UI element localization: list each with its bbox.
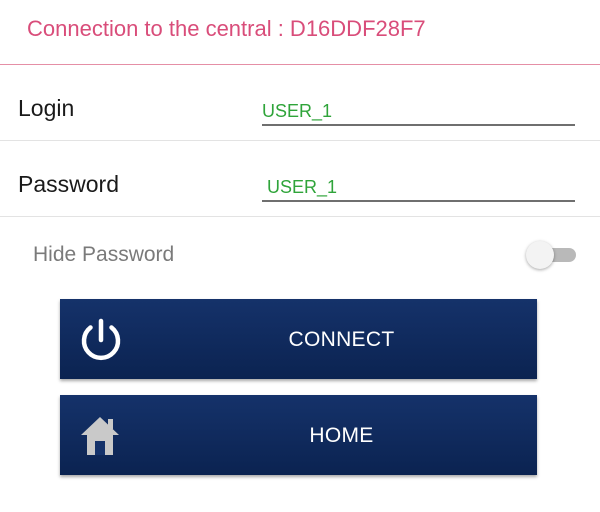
password-row: Password USER_1 [0,142,600,217]
toggle-thumb [526,241,554,269]
login-label: Login [18,95,75,121]
screen: Connection to the central : D16DDF28F7 L… [0,0,600,512]
password-label: Password [18,171,119,197]
connection-title: Connection to the central : D16DDF28F7 [27,16,426,41]
password-input[interactable]: USER_1 [262,176,575,202]
hide-password-row: Hide Password [0,235,600,275]
login-input[interactable]: USER_1 [262,100,575,126]
home-button[interactable]: HOME [60,395,537,475]
connect-button[interactable]: CONNECT [60,299,537,379]
home-button-label: HOME [309,424,374,447]
hide-password-toggle[interactable] [526,241,578,269]
login-value: USER_1 [262,101,333,121]
connect-button-label: CONNECT [288,328,395,351]
header-bar: Connection to the central : D16DDF28F7 [0,0,600,65]
login-row: Login USER_1 [0,66,600,141]
hide-password-label: Hide Password [33,243,175,266]
password-value: USER_1 [267,177,338,197]
